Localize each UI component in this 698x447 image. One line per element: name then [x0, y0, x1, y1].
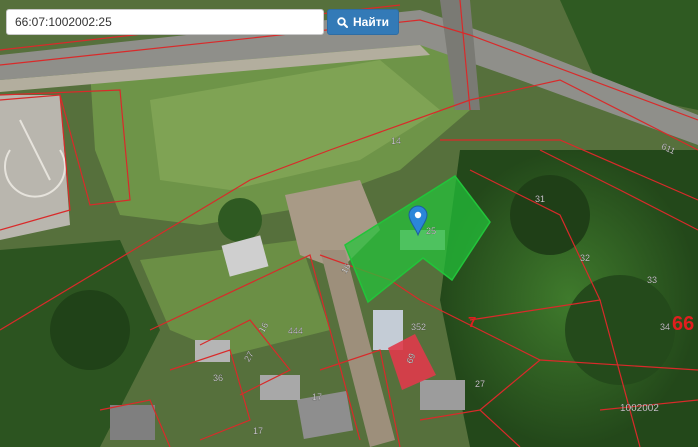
parcel-label: 17	[253, 426, 263, 436]
tree-cluster	[218, 198, 262, 242]
parcel-label: 352	[411, 322, 426, 332]
tree-cluster	[50, 290, 130, 370]
parcel-number-label: 7	[468, 314, 476, 331]
parcel-label: 31	[535, 194, 545, 204]
parcel-label: 25	[426, 226, 436, 236]
parcel-label: 36	[213, 373, 223, 383]
building-roof	[195, 340, 230, 362]
parcel-label: 27	[475, 379, 485, 389]
quarter-code-label: 1002002	[620, 403, 659, 414]
search-icon	[337, 16, 348, 28]
search-button[interactable]: Найти	[327, 9, 399, 35]
map-canvas[interactable]: 14 16 25 31 32 33 34 352 444 27 27 36 17…	[0, 0, 698, 447]
building-roof	[296, 390, 354, 440]
parcel-label: 14	[391, 136, 401, 146]
tree-cluster	[565, 275, 675, 385]
parcel-label: 33	[647, 275, 657, 285]
parcel-label: 34	[660, 322, 670, 332]
parcel-label: 17	[312, 392, 322, 402]
search-button-label: Найти	[353, 15, 389, 29]
cadastral-search-input[interactable]	[6, 9, 324, 35]
school-yard	[0, 95, 70, 240]
quarter-number-label: 66	[672, 313, 694, 335]
building-roof	[110, 405, 155, 440]
parcel-label: 32	[580, 253, 590, 263]
parcel-label: 444	[288, 326, 303, 336]
search-bar: Найти	[6, 9, 399, 35]
building-roof	[420, 380, 465, 410]
building-roof	[260, 375, 300, 400]
tree-cluster	[510, 175, 590, 255]
